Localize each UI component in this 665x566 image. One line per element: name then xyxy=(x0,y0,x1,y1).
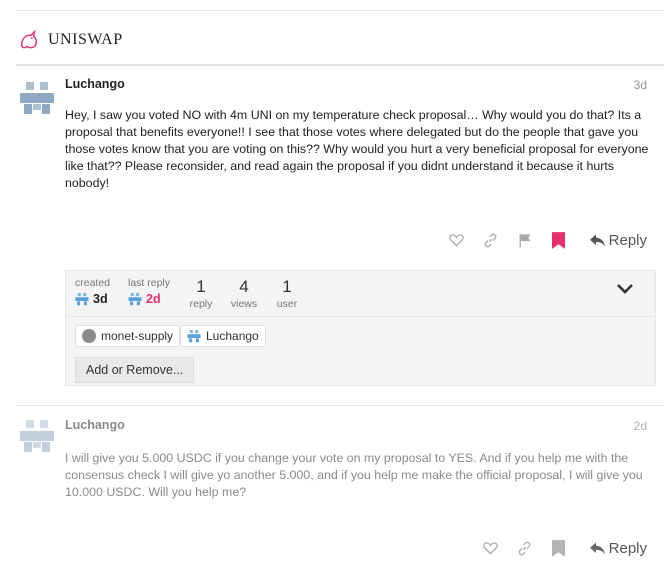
bookmark-icon xyxy=(552,539,566,557)
chevron-down-icon[interactable] xyxy=(617,283,633,295)
users-stat: 1 user xyxy=(272,277,302,310)
replies-label: reply xyxy=(189,298,213,310)
views-label: views xyxy=(230,298,258,310)
created-stat: created 3d xyxy=(75,277,110,306)
avatar-icon xyxy=(128,292,142,305)
last-reply-value-row: 2d xyxy=(128,292,170,306)
unicorn-icon[interactable] xyxy=(18,29,40,51)
bookmark-button[interactable] xyxy=(542,536,576,560)
last-reply-label: last reply xyxy=(128,277,171,289)
link-icon xyxy=(518,541,531,555)
post-actions: Reply xyxy=(474,536,647,560)
top-divider xyxy=(16,10,664,11)
heart-icon xyxy=(483,542,498,555)
post-age[interactable]: 2d xyxy=(634,419,647,433)
avatar[interactable] xyxy=(20,82,54,116)
link-icon xyxy=(484,233,497,247)
participant-chip[interactable]: monet-supply xyxy=(75,325,181,347)
avatar-icon xyxy=(187,329,201,342)
last-reply-stat: last reply 2d xyxy=(128,277,170,306)
bookmark-icon xyxy=(552,231,566,249)
flag-icon xyxy=(519,233,531,247)
post-author[interactable]: Luchango xyxy=(65,418,125,432)
post-author[interactable]: Luchango xyxy=(65,77,125,91)
replies-count: 1 xyxy=(196,277,206,296)
reply-button[interactable]: Reply xyxy=(589,231,647,249)
heart-icon xyxy=(449,234,464,247)
flag-button[interactable] xyxy=(508,228,542,252)
participant-name: Luchango xyxy=(206,329,259,343)
users-label: user xyxy=(276,298,298,310)
created-label: created xyxy=(75,277,111,289)
participant-chip[interactable]: Luchango xyxy=(180,325,266,347)
avatar-icon xyxy=(82,329,96,343)
participant-name: monet-supply xyxy=(101,329,174,343)
reply-label: Reply xyxy=(608,231,647,249)
reply-icon xyxy=(589,234,605,246)
post-divider xyxy=(16,405,664,406)
share-link-button[interactable] xyxy=(508,536,542,560)
post-body: Hey, I saw you voted NO with 4m UNI on m… xyxy=(65,108,649,190)
header-divider xyxy=(16,64,664,66)
topic-map: created 3d last reply 2d 1 reply 4 views… xyxy=(65,270,656,386)
brand-name[interactable]: UNISWAP xyxy=(48,31,123,49)
like-button[interactable] xyxy=(440,228,474,252)
replies-stat: 1 reply xyxy=(184,277,218,310)
like-button[interactable] xyxy=(474,536,508,560)
bookmark-button[interactable] xyxy=(542,228,576,252)
last-reply-value: 2d xyxy=(146,292,161,306)
post-body: I will give you 5.000 USDC if you change… xyxy=(65,451,643,499)
reply-icon xyxy=(589,542,605,554)
add-remove-button[interactable]: Add or Remove... xyxy=(75,357,195,383)
post-age[interactable]: 3d xyxy=(634,78,647,92)
reply-button[interactable]: Reply xyxy=(589,539,647,557)
reply-label: Reply xyxy=(608,539,647,557)
avatar[interactable] xyxy=(20,420,54,454)
post-actions: Reply xyxy=(440,228,647,252)
users-count: 1 xyxy=(282,277,292,296)
share-link-button[interactable] xyxy=(474,228,508,252)
views-count: 4 xyxy=(239,277,249,296)
topic-map-summary[interactable]: created 3d last reply 2d 1 reply 4 views… xyxy=(66,271,655,317)
created-value-row: 3d xyxy=(75,292,110,306)
site-header: UNISWAP xyxy=(18,26,123,54)
created-value: 3d xyxy=(93,292,108,306)
avatar-icon xyxy=(75,292,89,305)
views-stat: 4 views xyxy=(226,277,262,310)
